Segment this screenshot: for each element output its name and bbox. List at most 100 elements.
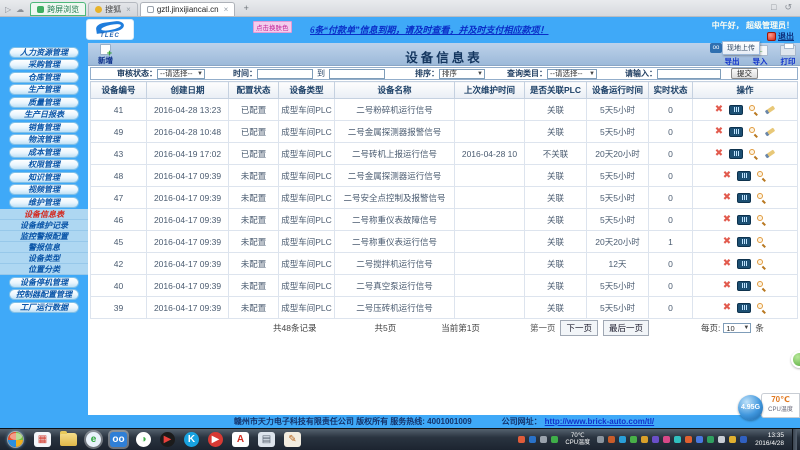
time-to-input[interactable]: [329, 68, 385, 79]
floating-green-badge[interactable]: [791, 351, 800, 368]
per-page-select[interactable]: 10 ▼: [723, 323, 752, 333]
tray-icon[interactable]: [597, 436, 605, 443]
collapse-arrow-icon[interactable]: ▷: [5, 5, 11, 14]
tray-icon[interactable]: [740, 436, 748, 443]
monitor-panel-icon[interactable]: [737, 302, 752, 313]
sidebar-subitem[interactable]: 警报信息: [0, 242, 88, 253]
potplayer-icon[interactable]: ▶: [160, 432, 175, 447]
sidebar-subitem[interactable]: 设备类型: [0, 253, 88, 264]
change-skin-button[interactable]: 点击换肤色: [253, 21, 292, 33]
view-detail-icon[interactable]: [757, 236, 767, 248]
view-detail-icon[interactable]: [749, 104, 759, 116]
monitor-panel-icon[interactable]: [737, 236, 752, 247]
time-from-input[interactable]: [257, 68, 313, 79]
tray-icon[interactable]: [663, 436, 671, 443]
next-page-button[interactable]: 下一页: [560, 320, 598, 336]
ie-browser-icon[interactable]: e: [86, 432, 101, 447]
browser-tab[interactable]: 跨屏浏览: [30, 2, 87, 16]
sidebar-item[interactable]: 设备停机管理: [9, 276, 79, 288]
calculator-icon[interactable]: ▤: [258, 432, 275, 447]
start-menu-button[interactable]: [7, 431, 24, 448]
keyword-input[interactable]: [657, 68, 721, 79]
tab-close-icon[interactable]: ×: [126, 5, 131, 14]
last-page-button[interactable]: 最后一页: [602, 320, 649, 336]
delete-icon[interactable]: ✖: [723, 302, 731, 313]
view-detail-icon[interactable]: [757, 258, 767, 270]
sidebar-subitem[interactable]: 位置分类: [0, 264, 88, 275]
tray-icon[interactable]: [529, 436, 537, 443]
audit-status-select[interactable]: --请选择-- ▼: [157, 68, 205, 79]
view-detail-icon[interactable]: [749, 126, 759, 138]
view-detail-icon[interactable]: [757, 280, 767, 292]
360-browser-icon[interactable]: ◑: [136, 432, 151, 447]
submit-button[interactable]: 提交: [731, 68, 758, 79]
monitor-panel-icon[interactable]: [737, 214, 752, 225]
tray-icon[interactable]: [718, 436, 726, 443]
tray-icon[interactable]: [518, 436, 526, 443]
view-detail-icon[interactable]: [757, 170, 767, 182]
cpu-temp-widget[interactable]: 70℃ CPU温度: [761, 393, 800, 418]
logout-button[interactable]: 退出: [767, 31, 794, 42]
delete-icon[interactable]: ✖: [715, 148, 723, 159]
sidebar-item[interactable]: 生产管理: [9, 84, 79, 95]
screen-share-app-icon[interactable]: oo: [110, 432, 127, 447]
sidebar-item[interactable]: 销售管理: [9, 121, 79, 133]
monitor-panel-icon[interactable]: [737, 192, 752, 203]
monitor-panel-icon[interactable]: [729, 126, 744, 137]
monitor-panel-icon[interactable]: [737, 170, 752, 181]
delete-icon[interactable]: ✖: [723, 236, 731, 247]
delete-icon[interactable]: ✖: [715, 104, 723, 115]
delete-icon[interactable]: ✖: [715, 126, 723, 137]
restore-window-icon[interactable]: □: [771, 2, 776, 13]
show-desktop-button[interactable]: [792, 428, 797, 450]
sort-select[interactable]: 排序 ▼: [439, 68, 485, 79]
view-detail-icon[interactable]: [757, 214, 767, 226]
category-select[interactable]: --请选择-- ▼: [547, 68, 597, 79]
tray-icon[interactable]: [619, 436, 627, 443]
undo-icon[interactable]: ↺: [784, 2, 792, 13]
sidebar-item[interactable]: 维护管理: [9, 196, 79, 208]
sidebar-item[interactable]: 工厂运行数据: [9, 301, 79, 313]
folder-explorer-icon[interactable]: [60, 431, 77, 446]
clear-config-icon[interactable]: [764, 148, 776, 159]
new-tab-button[interactable]: +: [239, 3, 253, 15]
paint-tool-icon[interactable]: ✎: [284, 432, 301, 447]
print-button[interactable]: 打印: [780, 43, 796, 67]
view-detail-icon[interactable]: [749, 148, 759, 160]
delete-icon[interactable]: ✖: [723, 214, 731, 225]
view-detail-icon[interactable]: [757, 302, 767, 314]
monitor-panel-icon[interactable]: [729, 104, 744, 115]
sidebar-item[interactable]: 生产日报表: [9, 109, 79, 120]
kugou-music-icon[interactable]: K: [184, 432, 199, 447]
monitor-panel-icon[interactable]: [737, 258, 752, 269]
sidebar-item[interactable]: 采购管理: [9, 59, 79, 70]
memory-ball-widget[interactable]: 4.95G: [738, 395, 763, 420]
tray-icon[interactable]: [608, 436, 616, 443]
tray-icon[interactable]: [641, 436, 649, 443]
clear-config-icon[interactable]: [764, 104, 776, 115]
tray-icon[interactable]: [551, 436, 559, 443]
taskbar-clock[interactable]: 13:35 2016/4/28: [755, 432, 784, 448]
cloud-sync-icon[interactable]: ☁: [16, 5, 24, 14]
pdf-reader-icon[interactable]: A: [232, 432, 249, 447]
sidebar-subitem[interactable]: 监控警报配置: [0, 231, 88, 242]
browser-tab[interactable]: gztl.jinxijiancai.cn ×: [139, 2, 236, 16]
sidebar-item[interactable]: 质量管理: [9, 96, 79, 108]
delete-icon[interactable]: ✖: [723, 192, 731, 203]
binoculars-icon[interactable]: oo: [710, 43, 722, 53]
tray-icon[interactable]: [540, 436, 548, 443]
first-page-button[interactable]: 第一页: [530, 322, 556, 334]
view-detail-icon[interactable]: [757, 192, 767, 204]
media-player-icon[interactable]: ▶: [208, 432, 223, 447]
sidebar-subitem[interactable]: 设备信息表: [0, 209, 88, 220]
sidebar-subitem[interactable]: 设备维护记录: [0, 220, 88, 231]
360-safe-icon[interactable]: ▦: [34, 432, 51, 447]
tab-close-icon[interactable]: ×: [224, 5, 229, 14]
tray-icon[interactable]: [674, 436, 682, 443]
tray-icon[interactable]: [707, 436, 715, 443]
tray-icon[interactable]: [630, 436, 638, 443]
delete-icon[interactable]: ✖: [723, 280, 731, 291]
sidebar-item[interactable]: 成本管理: [9, 146, 79, 158]
sidebar-item[interactable]: 控制器配置管理: [9, 289, 79, 300]
tray-icon[interactable]: [729, 436, 737, 443]
